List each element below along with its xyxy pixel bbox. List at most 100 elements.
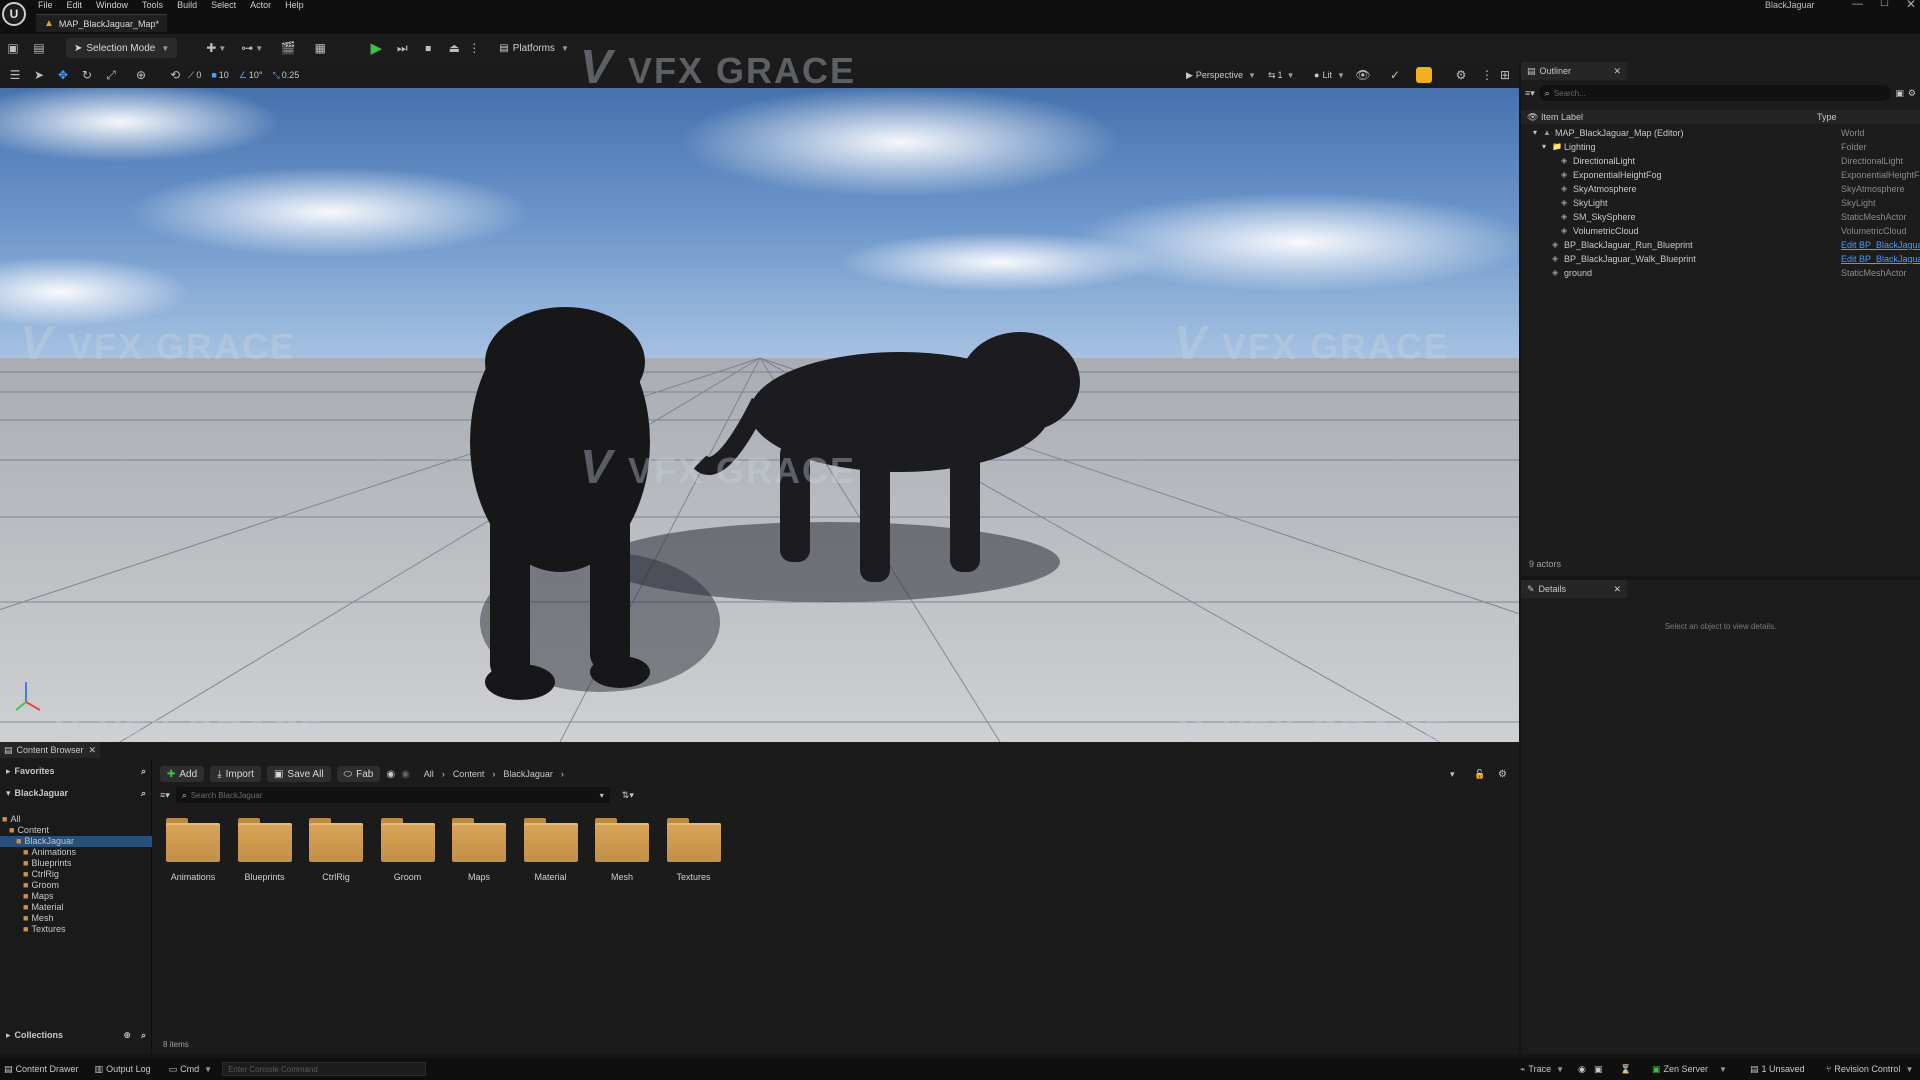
play-icon[interactable]: ▶ — [365, 37, 387, 59]
import-button[interactable]: ⤓ Import — [210, 766, 261, 782]
outliner-row[interactable]: ▾ ▲ MAP_BlackJaguar_Map (Editor) World — [1533, 126, 1920, 140]
breadcrumb-content[interactable]: Content — [453, 769, 485, 779]
unsaved-button[interactable]: ▤ 1 Unsaved — [1750, 1064, 1805, 1075]
add-collection-icon[interactable]: ⊕ — [123, 1030, 131, 1041]
cmd-button[interactable]: ▭ Cmd ▼ — [163, 1058, 218, 1080]
hourglass-icon[interactable]: ⌛ — [1620, 1064, 1631, 1075]
search-icon[interactable]: ⌕ — [141, 788, 146, 799]
realtime-icon[interactable]: ✓ — [1384, 64, 1406, 86]
record-icon[interactable]: ◉ — [1578, 1064, 1586, 1075]
outliner-row[interactable]: ◈ SkyLight SkyLight — [1533, 196, 1920, 210]
filter-icon[interactable]: ≡▾ — [1525, 88, 1535, 99]
rotation-snap[interactable]: ∠ 10° — [239, 70, 263, 81]
outliner-settings-icon[interactable]: ⚙ — [1908, 88, 1916, 99]
tree-folder-item[interactable]: ■ Content — [0, 825, 152, 836]
output-log-button[interactable]: ▥ Output Log — [89, 1058, 157, 1080]
outliner-row[interactable]: ◈ BP_BlackJaguar_Run_Blueprint Edit BP_Bla… — [1533, 238, 1920, 252]
folder-tile[interactable]: Textures — [666, 818, 721, 882]
filter-icon[interactable]: ≡▾ — [160, 790, 170, 801]
surface-snap-icon[interactable]: ⟲ — [164, 64, 186, 86]
root-header[interactable]: ▾ BlackJaguar ⌕ — [0, 784, 152, 802]
breadcrumb-blackjaguar[interactable]: BlackJaguar — [503, 769, 553, 779]
edit-blueprint-link[interactable]: Edit BP_BlackJaguar_Wa — [1841, 252, 1920, 266]
outliner-row[interactable]: ◈ SkyAtmosphere SkyAtmosphere — [1533, 182, 1920, 196]
menu-edit[interactable]: Edit — [67, 0, 83, 10]
lock-icon[interactable]: 🔓 — [1474, 769, 1485, 780]
breadcrumb-all[interactable]: All — [424, 769, 434, 779]
save-all-button[interactable]: ▣ Save All — [266, 766, 331, 782]
tree-folder-item[interactable]: ■ Animations — [0, 847, 152, 858]
step-icon[interactable]: ⏭ — [391, 37, 413, 59]
save-icon[interactable]: ▣ — [2, 37, 24, 59]
search-icon[interactable]: ⌕ — [141, 766, 146, 777]
outliner-search-input[interactable]: ⌕ Search... — [1538, 85, 1892, 101]
details-tab[interactable]: ✎ Details ✕ — [1521, 580, 1627, 598]
content-drawer-button[interactable]: ▤ Content Drawer — [0, 1058, 83, 1080]
level-viewport[interactable]: ☰ ➤ ✥ ↻ ⤢ ⊕ ⟲ ⟋ 0 ■ 10 ∠ 10° ⤡ 0.25 ▶ Perspec… — [0, 62, 1519, 742]
menu-window[interactable]: Window — [96, 0, 128, 10]
console-input[interactable]: Enter Console Command — [222, 1062, 427, 1076]
menu-select[interactable]: Select — [211, 0, 236, 10]
map-tab[interactable]: ▲ MAP_BlackJaguar_Map* — [36, 14, 167, 32]
menu-build[interactable]: Build — [177, 0, 197, 10]
settings-icon[interactable]: ⚙ — [1450, 64, 1472, 86]
modes-icon[interactable]: ▦ — [309, 37, 331, 59]
col-item-label[interactable]: Item Label — [1541, 112, 1583, 122]
blueprint-icon[interactable]: ⊶ ▼ — [241, 37, 263, 59]
tree-folder-item[interactable]: ■ Mesh — [0, 913, 152, 924]
viewport-menu-icon[interactable]: ☰ — [4, 64, 26, 86]
history-back-icon[interactable]: ◉ — [386, 769, 395, 780]
menu-help[interactable]: Help — [285, 0, 304, 10]
cinematics-icon[interactable]: 🎬 — [277, 37, 299, 59]
outliner-tab[interactable]: ▤ Outliner ✕ — [1521, 62, 1627, 80]
tree-folder-item[interactable]: ■ All — [0, 814, 152, 825]
search-icon[interactable]: ⌕ — [141, 1030, 146, 1041]
close-tab-icon[interactable]: ✕ — [1613, 66, 1621, 77]
more-icon[interactable]: ⋮ — [468, 37, 480, 59]
unreal-logo-icon[interactable]: U — [2, 2, 26, 26]
camera-record-icon[interactable]: ▣ — [1594, 1064, 1603, 1075]
outliner-row[interactable]: ◈ DirectionalLight DirectionalLight — [1533, 154, 1920, 168]
chevron-down-icon[interactable]: ▾ — [1533, 126, 1537, 140]
select-tool-icon[interactable]: ➤ — [28, 64, 50, 86]
camera-speed[interactable]: ⇆ 1 ▼ — [1268, 70, 1294, 81]
eject-icon[interactable]: ⏏ — [443, 37, 465, 59]
path-dropdown-icon[interactable]: ▾ — [1450, 769, 1455, 780]
tree-folder-item[interactable]: ■ CtrlRig — [0, 869, 152, 880]
platforms-button[interactable]: ▤ Platforms ▼ — [499, 43, 569, 54]
maximize-icon[interactable]: ☐ — [1880, 0, 1889, 9]
fab-button[interactable]: ⬭ Fab — [336, 766, 381, 782]
perspective-button[interactable]: ▶ Perspective ▼ — [1186, 70, 1256, 81]
tree-folder-item[interactable]: ■ BlackJaguar — [0, 836, 152, 847]
menu-tools[interactable]: Tools — [142, 0, 163, 10]
lit-button[interactable]: ● Lit ▼ — [1314, 70, 1345, 80]
trace-button[interactable]: ⌁ Trace ▼ — [1520, 1064, 1564, 1075]
tree-folder-item[interactable]: ■ Groom — [0, 880, 152, 891]
translate-tool-icon[interactable]: ✥ — [52, 64, 74, 86]
outliner-row[interactable]: ▾ 📁 Lighting Folder — [1533, 140, 1920, 154]
add-folder-icon[interactable]: ▣ — [1895, 88, 1904, 99]
menu-file[interactable]: File — [38, 0, 53, 10]
outliner-row[interactable]: ◈ ExponentialHeightFog ExponentialHeightFo… — [1533, 168, 1920, 182]
content-settings-icon[interactable]: ⚙ — [1498, 769, 1507, 780]
tree-folder-item[interactable]: ■ Blueprints — [0, 858, 152, 869]
layout-icon[interactable]: ⊞ — [1494, 64, 1516, 86]
close-tab-icon[interactable]: ✕ — [1613, 584, 1621, 595]
scale-tool-icon[interactable]: ⤢ — [100, 64, 122, 86]
minimize-icon[interactable]: — — [1852, 0, 1863, 10]
highlight-toggle-icon[interactable] — [1416, 67, 1432, 83]
content-browser-tab[interactable]: ▤ Content Browser ✕ — [0, 742, 100, 758]
close-window-icon[interactable]: ✕ — [1906, 0, 1916, 11]
rotate-tool-icon[interactable]: ↻ — [76, 64, 98, 86]
scale-snap[interactable]: ⤡ 0.25 — [272, 70, 299, 81]
folder-tile[interactable]: Maps — [452, 818, 506, 882]
add-actor-icon[interactable]: ✚ ▼ — [205, 37, 227, 59]
outliner-row[interactable]: ◈ VolumetricCloud VolumetricCloud — [1533, 224, 1920, 238]
folder-tile[interactable]: Blueprints — [237, 818, 292, 882]
favorites-header[interactable]: ▸ Favorites ⌕ — [0, 762, 152, 780]
content-icon[interactable]: ▤ — [28, 37, 50, 59]
snap-a[interactable]: ⟋ 0 — [188, 70, 201, 81]
add-button[interactable]: ✚ Add — [160, 766, 205, 782]
folder-tile[interactable]: Animations — [166, 818, 220, 882]
selection-mode-button[interactable]: ➤ Selection Mode ▼ — [66, 38, 178, 58]
